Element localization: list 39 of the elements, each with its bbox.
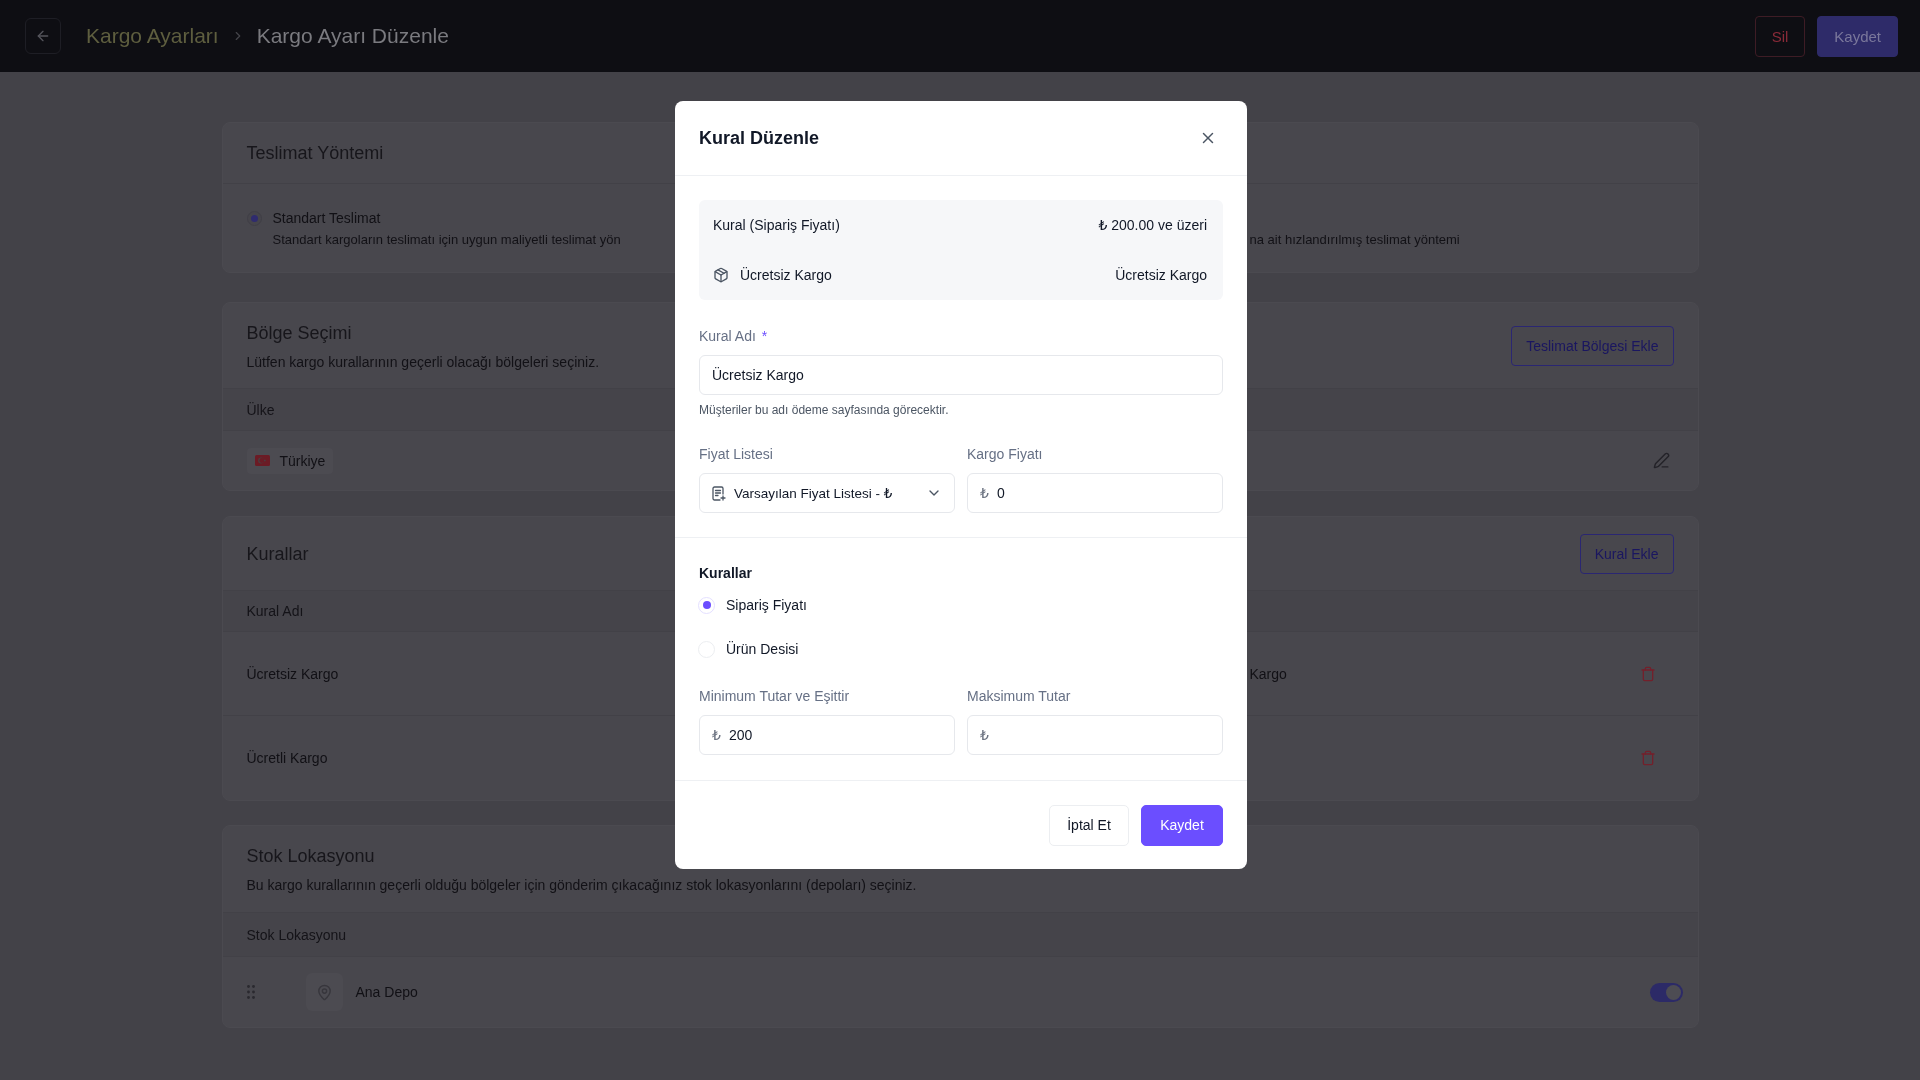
radio-label[interactable]: Sipariş Fiyatı bbox=[726, 597, 807, 613]
group-title: Kurallar bbox=[699, 564, 753, 583]
save-button[interactable]: Kaydet bbox=[1141, 804, 1223, 846]
summary-label: Kural (Sipariş Fiyatı) bbox=[713, 217, 840, 233]
radio-button[interactable] bbox=[246, 211, 262, 226]
toggle-switch[interactable] bbox=[1649, 982, 1683, 1002]
trash-icon[interactable] bbox=[1639, 750, 1656, 766]
summary-value: ₺ 200.00 ve üzeri bbox=[1098, 217, 1207, 233]
rule-name: Ücretsiz Kargo bbox=[246, 665, 340, 682]
field-label: Minimum Tutar ve Eşittir bbox=[699, 688, 850, 704]
field-label: Kargo Fiyatı bbox=[967, 446, 1043, 462]
flag-icon bbox=[254, 455, 270, 466]
input-field[interactable]: ₺ 0 bbox=[967, 473, 1223, 513]
input-field[interactable]: Ücretsiz Kargo bbox=[699, 355, 1223, 395]
field-label: Fiyat Listesi bbox=[699, 446, 773, 462]
input-field[interactable]: ₺ bbox=[967, 715, 1223, 755]
rule-name: Ücretli Kargo bbox=[246, 750, 329, 766]
country-name: Türkiye bbox=[279, 452, 326, 469]
radio-label[interactable]: Ürün Desisi bbox=[726, 641, 799, 657]
edit-icon[interactable] bbox=[1652, 452, 1670, 469]
list-icon bbox=[712, 485, 726, 501]
select-field[interactable]: Varsayılan Fiyat Listesi - ₺ bbox=[699, 473, 955, 513]
drag-handle-icon[interactable] bbox=[246, 985, 255, 999]
summary-value: Ücretsiz Kargo bbox=[1115, 267, 1207, 283]
back-button[interactable] bbox=[25, 18, 61, 54]
help-text: Müşteriler bu adı ödeme sayfasında görecektir. bbox=[699, 402, 950, 418]
table-cell: Kargo bbox=[1249, 665, 1287, 682]
summary-label: Ücretsiz Kargo bbox=[740, 267, 832, 283]
option-title: Standart Teslimat bbox=[272, 209, 382, 228]
package-icon bbox=[713, 267, 729, 283]
breadcrumb-current: Kargo Ayarı Düzenle bbox=[256, 23, 449, 49]
field-label: Maksimum Tutar bbox=[967, 688, 1071, 704]
required-mark: * bbox=[761, 328, 768, 344]
modal-title: Kural Düzenle bbox=[699, 127, 820, 149]
trash-icon[interactable] bbox=[1639, 665, 1656, 682]
location-name: Ana Depo bbox=[355, 984, 418, 1000]
cancel-button[interactable]: İptal Et bbox=[1049, 804, 1129, 846]
input-field[interactable]: ₺ 200 bbox=[699, 715, 955, 755]
field-label: Kural Adı bbox=[699, 328, 756, 344]
